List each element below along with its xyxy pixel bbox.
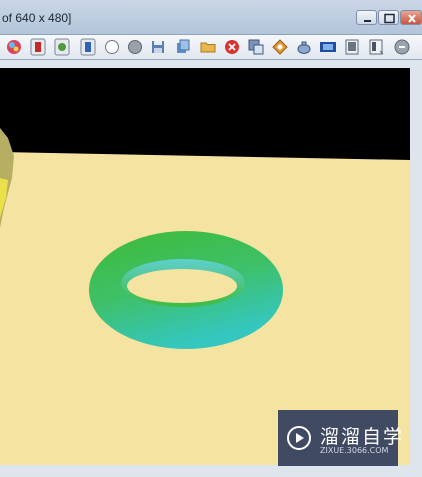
shaded-sphere-button[interactable] xyxy=(4,37,24,57)
film-icon xyxy=(320,42,336,52)
stop-render-button[interactable] xyxy=(222,37,242,57)
white-sphere-button[interactable] xyxy=(102,37,122,57)
render-viewport xyxy=(0,68,410,465)
gray-sphere-button[interactable] xyxy=(125,37,145,57)
shaded-sphere-icon xyxy=(7,40,21,54)
render-toolbar xyxy=(0,35,422,60)
close-button[interactable] xyxy=(400,10,422,25)
save-icon xyxy=(152,41,164,53)
maximize-button[interactable] xyxy=(378,10,399,25)
minimize-icon xyxy=(364,20,371,22)
display-button[interactable] xyxy=(342,37,362,57)
green-mode-icon xyxy=(54,38,70,56)
panel-icon xyxy=(369,39,384,55)
watermark-title: 溜溜自学 xyxy=(320,426,405,448)
red-mode-icon xyxy=(30,38,46,56)
minimize-button[interactable] xyxy=(356,10,377,25)
film-button[interactable] xyxy=(318,37,338,57)
open-folder-button[interactable] xyxy=(198,37,218,57)
close-icon xyxy=(408,14,416,23)
teapot-icon xyxy=(297,41,311,54)
maximize-icon xyxy=(384,13,395,24)
panel-button[interactable] xyxy=(366,37,386,57)
white-sphere-icon xyxy=(105,40,119,54)
clone-icon xyxy=(248,39,264,55)
green-channel-button[interactable] xyxy=(52,37,72,57)
stop-icon xyxy=(394,39,410,55)
blue-mode-icon xyxy=(80,38,96,56)
clone-button[interactable] xyxy=(246,37,266,57)
play-logo-icon xyxy=(287,426,311,450)
copy-button[interactable] xyxy=(173,37,193,57)
display-icon xyxy=(345,39,359,55)
save-button[interactable] xyxy=(148,37,168,57)
blue-channel-button[interactable] xyxy=(78,37,98,57)
title-bar: of 640 x 480] xyxy=(0,0,422,35)
region-render-button[interactable] xyxy=(270,37,290,57)
teapot-button[interactable] xyxy=(294,37,314,57)
viewport-frame-bottom xyxy=(0,465,410,477)
stop-button[interactable] xyxy=(392,37,412,57)
watermark: 溜溜自学 ZIXUE.3066.COM xyxy=(278,410,402,466)
torus-hole xyxy=(127,269,237,303)
watermark-url: ZIXUE.3066.COM xyxy=(320,446,389,455)
open-folder-icon xyxy=(200,42,216,53)
viewport-frame-right xyxy=(410,60,422,477)
render-scene xyxy=(0,128,410,465)
copy-icon xyxy=(177,39,190,53)
gray-sphere-icon xyxy=(128,40,142,54)
region-render-icon xyxy=(272,39,288,55)
red-channel-button[interactable] xyxy=(28,37,48,57)
viewport-frame-top xyxy=(0,60,422,68)
window-title: of 640 x 480] xyxy=(2,11,72,25)
stop-render-icon xyxy=(225,40,239,54)
